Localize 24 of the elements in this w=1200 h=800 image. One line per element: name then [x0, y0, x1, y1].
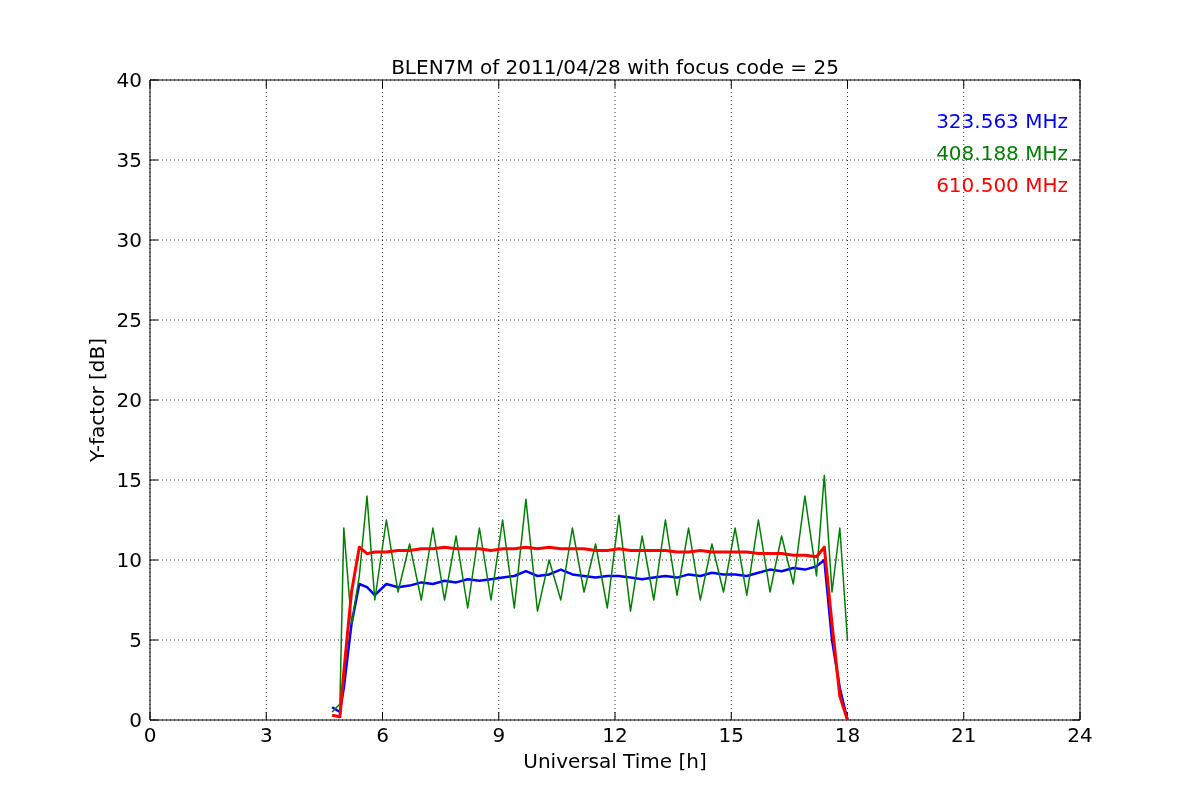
tick-label: 10: [116, 548, 142, 572]
tick-label: 12: [602, 723, 628, 747]
tick-label: 0: [143, 723, 157, 747]
tick-label: 20: [116, 388, 142, 412]
legend-label: 408.188 MHz: [936, 141, 1068, 165]
tick-label: 0: [129, 708, 142, 732]
legend-label: 610.500 MHz: [936, 173, 1068, 197]
tick-label: 25: [116, 308, 142, 332]
tick-label: 9: [492, 723, 506, 747]
tick-label: 30: [116, 228, 142, 252]
tick-label: 3: [259, 723, 273, 747]
tick-label: 35: [116, 148, 142, 172]
tick-label: 5: [129, 628, 142, 652]
tick-label: 21: [951, 723, 977, 747]
axis-title: Universal Time [h]: [523, 749, 707, 773]
tick-label: 40: [116, 68, 142, 92]
tick-label: 15: [718, 723, 744, 747]
chart-title: BLEN7M of 2011/04/28 with focus code = 25: [391, 55, 839, 79]
tick-label: 6: [376, 723, 389, 747]
tick-label: 15: [116, 468, 142, 492]
axis-title: Y-factor [dB]: [85, 338, 109, 462]
tick-label: 18: [834, 723, 861, 747]
tick-label: 24: [1067, 723, 1093, 747]
legend-label: 323.563 MHz: [936, 109, 1068, 133]
